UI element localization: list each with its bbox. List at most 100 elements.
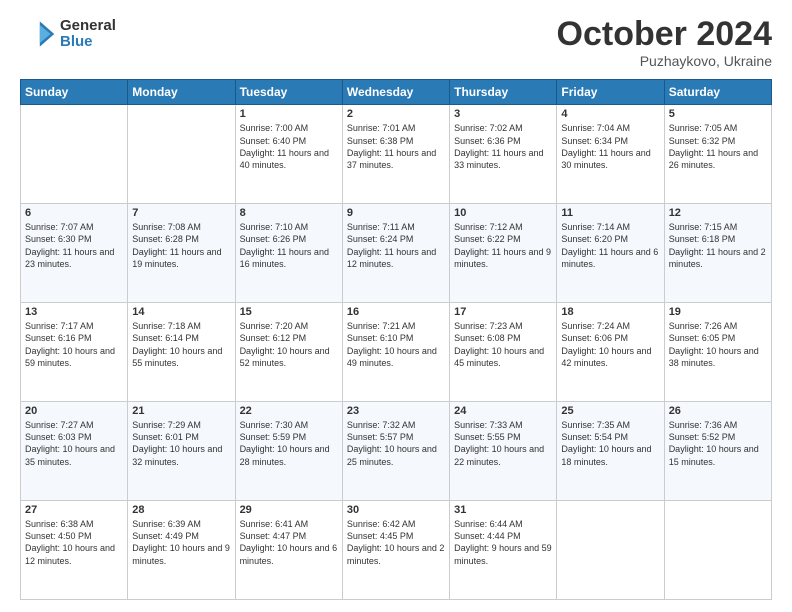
day-number: 30 [347, 504, 445, 516]
day-number: 23 [347, 405, 445, 417]
cell-info: Sunrise: 6:38 AM Sunset: 4:50 PM Dayligh… [25, 518, 123, 567]
table-row: 31Sunrise: 6:44 AM Sunset: 4:44 PM Dayli… [450, 501, 557, 600]
col-tuesday: Tuesday [235, 80, 342, 105]
col-sunday: Sunday [21, 80, 128, 105]
day-number: 14 [132, 306, 230, 318]
cell-info: Sunrise: 7:00 AM Sunset: 6:40 PM Dayligh… [240, 122, 338, 171]
table-row: 26Sunrise: 7:36 AM Sunset: 5:52 PM Dayli… [664, 402, 771, 501]
table-row: 7 Sunrise: 7:08 AM Sunset: 6:28 PM Daylig… [128, 204, 235, 303]
table-row: 2 Sunrise: 7:01 AM Sunset: 6:38 PM Daylig… [342, 105, 449, 204]
cell-info: Sunrise: 6:41 AM Sunset: 4:47 PM Dayligh… [240, 518, 338, 567]
month-title: October 2024 [557, 16, 772, 53]
table-row [557, 501, 664, 600]
day-number: 16 [347, 306, 445, 318]
day-number: 2 [347, 108, 445, 120]
table-row: 15Sunrise: 7:20 AM Sunset: 6:12 PM Dayli… [235, 303, 342, 402]
col-wednesday: Wednesday [342, 80, 449, 105]
cell-info: Sunrise: 7:23 AM Sunset: 6:08 PM Dayligh… [454, 320, 552, 369]
table-row [664, 501, 771, 600]
calendar-week-4: 20 Sunrise: 7:27 AM Sunset: 6:03 PM Dayli… [21, 402, 772, 501]
calendar: Sunday Monday Tuesday Wednesday Thursday… [20, 79, 772, 600]
day-number: 31 [454, 504, 552, 516]
cell-info: Sunrise: 7:27 AM Sunset: 6:03 PM Dayligh… [25, 419, 123, 468]
cell-info: Sunrise: 6:39 AM Sunset: 4:49 PM Dayligh… [132, 518, 230, 567]
table-row: 11 Sunrise: 7:14 AM Sunset: 6:20 PM Dayli… [557, 204, 664, 303]
cell-info: Sunrise: 7:01 AM Sunset: 6:38 PM Dayligh… [347, 122, 445, 171]
calendar-week-1: 1 Sunrise: 7:00 AM Sunset: 6:40 PM Daylig… [21, 105, 772, 204]
table-row: 25 Sunrise: 7:35 AM Sunset: 5:54 PM Dayli… [557, 402, 664, 501]
calendar-header-row: Sunday Monday Tuesday Wednesday Thursday… [21, 80, 772, 105]
day-number: 9 [347, 207, 445, 219]
cell-info: Sunrise: 7:12 AM Sunset: 6:22 PM Dayligh… [454, 221, 552, 270]
table-row: 3 Sunrise: 7:02 AM Sunset: 6:36 PM Daylig… [450, 105, 557, 204]
table-row: 9 Sunrise: 7:11 AM Sunset: 6:24 PM Daylig… [342, 204, 449, 303]
cell-info: Sunrise: 6:42 AM Sunset: 4:45 PM Dayligh… [347, 518, 445, 567]
cell-info: Sunrise: 7:02 AM Sunset: 6:36 PM Dayligh… [454, 122, 552, 171]
cell-info: Sunrise: 7:35 AM Sunset: 5:54 PM Dayligh… [561, 419, 659, 468]
col-friday: Friday [557, 80, 664, 105]
table-row: 24 Sunrise: 7:33 AM Sunset: 5:55 PM Dayli… [450, 402, 557, 501]
day-number: 1 [240, 108, 338, 120]
table-row [21, 105, 128, 204]
day-number: 3 [454, 108, 552, 120]
day-number: 10 [454, 207, 552, 219]
day-number: 5 [669, 108, 767, 120]
cell-info: Sunrise: 7:32 AM Sunset: 5:57 PM Dayligh… [347, 419, 445, 468]
day-number: 18 [561, 306, 659, 318]
table-row: 17Sunrise: 7:23 AM Sunset: 6:08 PM Dayli… [450, 303, 557, 402]
table-row: 6 Sunrise: 7:07 AM Sunset: 6:30 PM Daylig… [21, 204, 128, 303]
day-number: 8 [240, 207, 338, 219]
col-monday: Monday [128, 80, 235, 105]
cell-info: Sunrise: 7:29 AM Sunset: 6:01 PM Dayligh… [132, 419, 230, 468]
table-row: 8 Sunrise: 7:10 AM Sunset: 6:26 PM Daylig… [235, 204, 342, 303]
cell-info: Sunrise: 7:33 AM Sunset: 5:55 PM Dayligh… [454, 419, 552, 468]
day-number: 27 [25, 504, 123, 516]
cell-info: Sunrise: 7:24 AM Sunset: 6:06 PM Dayligh… [561, 320, 659, 369]
header: General Blue October 2024 Puzhaykovo, Uk… [20, 16, 772, 69]
table-row [128, 105, 235, 204]
cell-info: Sunrise: 7:17 AM Sunset: 6:16 PM Dayligh… [25, 320, 123, 369]
table-row: 1 Sunrise: 7:00 AM Sunset: 6:40 PM Daylig… [235, 105, 342, 204]
day-number: 6 [25, 207, 123, 219]
table-row: 16 Sunrise: 7:21 AM Sunset: 6:10 PM Dayli… [342, 303, 449, 402]
table-row: 18 Sunrise: 7:24 AM Sunset: 6:06 PM Dayli… [557, 303, 664, 402]
day-number: 11 [561, 207, 659, 219]
cell-info: Sunrise: 7:26 AM Sunset: 6:05 PM Dayligh… [669, 320, 767, 369]
cell-info: Sunrise: 7:14 AM Sunset: 6:20 PM Dayligh… [561, 221, 659, 270]
cell-info: Sunrise: 7:36 AM Sunset: 5:52 PM Dayligh… [669, 419, 767, 468]
cell-info: Sunrise: 7:21 AM Sunset: 6:10 PM Dayligh… [347, 320, 445, 369]
cell-info: Sunrise: 7:11 AM Sunset: 6:24 PM Dayligh… [347, 221, 445, 270]
table-row: 30 Sunrise: 6:42 AM Sunset: 4:45 PM Dayli… [342, 501, 449, 600]
table-row: 29 Sunrise: 6:41 AM Sunset: 4:47 PM Dayli… [235, 501, 342, 600]
col-thursday: Thursday [450, 80, 557, 105]
day-number: 22 [240, 405, 338, 417]
cell-info: Sunrise: 7:15 AM Sunset: 6:18 PM Dayligh… [669, 221, 767, 270]
day-number: 24 [454, 405, 552, 417]
day-number: 21 [132, 405, 230, 417]
day-number: 12 [669, 207, 767, 219]
logo: General Blue [20, 16, 116, 52]
cell-info: Sunrise: 7:10 AM Sunset: 6:26 PM Dayligh… [240, 221, 338, 270]
cell-info: Sunrise: 7:08 AM Sunset: 6:28 PM Dayligh… [132, 221, 230, 270]
cell-info: Sunrise: 7:07 AM Sunset: 6:30 PM Dayligh… [25, 221, 123, 270]
calendar-week-2: 6 Sunrise: 7:07 AM Sunset: 6:30 PM Daylig… [21, 204, 772, 303]
table-row: 19Sunrise: 7:26 AM Sunset: 6:05 PM Dayli… [664, 303, 771, 402]
table-row: 23 Sunrise: 7:32 AM Sunset: 5:57 PM Dayli… [342, 402, 449, 501]
day-number: 4 [561, 108, 659, 120]
day-number: 28 [132, 504, 230, 516]
cell-info: Sunrise: 7:20 AM Sunset: 6:12 PM Dayligh… [240, 320, 338, 369]
logo-icon [20, 16, 56, 52]
table-row: 21 Sunrise: 7:29 AM Sunset: 6:01 PM Dayli… [128, 402, 235, 501]
day-number: 20 [25, 405, 123, 417]
day-number: 7 [132, 207, 230, 219]
day-number: 13 [25, 306, 123, 318]
cell-info: Sunrise: 7:05 AM Sunset: 6:32 PM Dayligh… [669, 122, 767, 171]
table-row: 4Sunrise: 7:04 AM Sunset: 6:34 PM Daylig… [557, 105, 664, 204]
table-row: 5 Sunrise: 7:05 AM Sunset: 6:32 PM Daylig… [664, 105, 771, 204]
day-number: 25 [561, 405, 659, 417]
table-row: 13 Sunrise: 7:17 AM Sunset: 6:16 PM Dayli… [21, 303, 128, 402]
cell-info: Sunrise: 7:30 AM Sunset: 5:59 PM Dayligh… [240, 419, 338, 468]
day-number: 29 [240, 504, 338, 516]
table-row: 22 Sunrise: 7:30 AM Sunset: 5:59 PM Dayli… [235, 402, 342, 501]
table-row: 10 Sunrise: 7:12 AM Sunset: 6:22 PM Dayli… [450, 204, 557, 303]
